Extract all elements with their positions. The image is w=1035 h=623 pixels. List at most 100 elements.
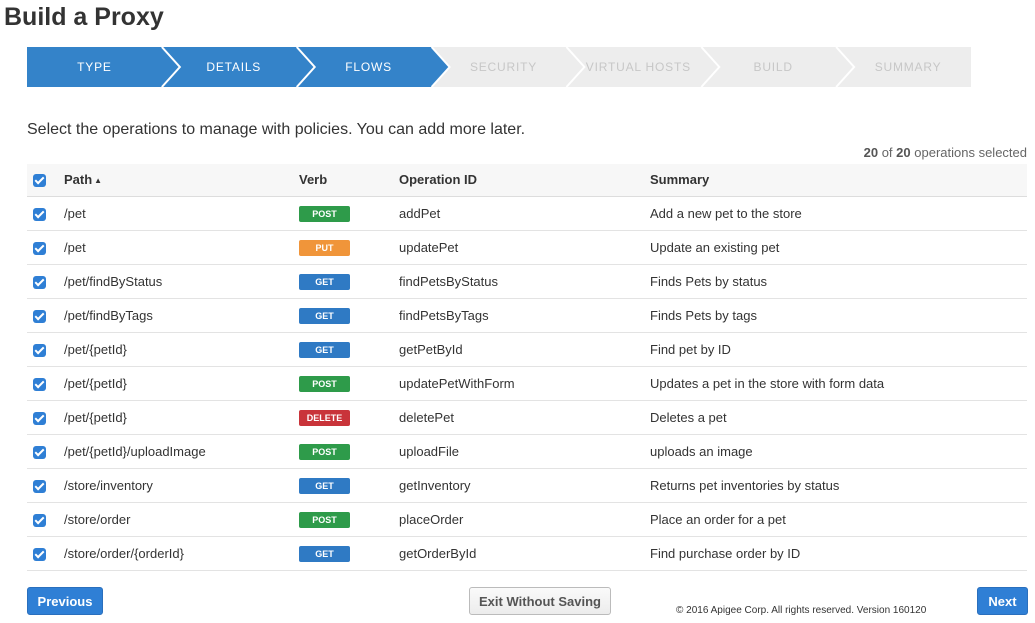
row-checkbox[interactable] xyxy=(33,241,46,255)
wizard-step-details[interactable]: DETAILS xyxy=(171,47,297,87)
path-cell: /pet xyxy=(64,230,299,265)
previous-button[interactable]: Previous xyxy=(27,587,103,615)
row-checkbox-cell xyxy=(27,400,64,435)
copyright-text: © 2016 Apigee Corp. All rights reserved.… xyxy=(676,605,927,616)
table-row: /store/order POST placeOrder Place an order… xyxy=(27,502,1027,537)
wizard-step-type[interactable]: TYPE xyxy=(27,47,162,87)
summary-cell: Find purchase order by ID xyxy=(650,536,1027,571)
selection-of: of xyxy=(881,145,893,160)
operation-id-cell: updatePet xyxy=(399,230,650,265)
summary-cell: Place an order for a pet xyxy=(650,502,1027,537)
row-checkbox[interactable] xyxy=(33,309,46,323)
table-header-row: Path ▲ Verb Operation ID Summary xyxy=(27,164,1027,197)
operation-id-cell: uploadFile xyxy=(399,434,650,469)
summary-cell: Update an existing pet xyxy=(650,230,1027,265)
summary-cell: Returns pet inventories by status xyxy=(650,468,1027,503)
table-row: /pet/{petId} DELETE deletePet Deletes a pet xyxy=(27,400,1027,435)
summary-cell: Finds Pets by tags xyxy=(650,298,1027,333)
table-row: /pet/{petId} POST updatePetWithForm Updates… xyxy=(27,366,1027,401)
select-all-checkbox[interactable] xyxy=(33,174,46,188)
operation-id-cell: placeOrder xyxy=(399,502,650,537)
verb-cell: GET xyxy=(299,536,399,571)
verb-cell: GET xyxy=(299,298,399,333)
verb-badge: POST xyxy=(299,205,350,222)
table-row: /pet PUT updatePet Update an existing pet xyxy=(27,230,1027,265)
row-checkbox[interactable] xyxy=(33,207,46,221)
summary-cell: Find pet by ID xyxy=(650,332,1027,367)
table-row: /store/order/{orderId} GET getOrderById Fin… xyxy=(27,536,1027,571)
verb-badge: GET xyxy=(299,273,350,290)
table-row: /pet/findByStatus GET findPetsByStatus Find… xyxy=(27,264,1027,299)
row-checkbox[interactable] xyxy=(33,479,46,493)
path-cell: /store/inventory xyxy=(64,468,299,503)
row-checkbox-cell xyxy=(27,332,64,367)
row-checkbox-cell xyxy=(27,196,64,231)
path-cell: /store/order/{orderId} xyxy=(64,536,299,571)
operation-id-cell: addPet xyxy=(399,196,650,231)
summary-cell: Updates a pet in the store with form dat… xyxy=(650,366,1027,401)
table-row: /pet/findByTags GET findPetsByTags Finds Pe… xyxy=(27,298,1027,333)
intro-text: Select the operations to manage with pol… xyxy=(27,121,526,138)
selection-suffix: operations selected xyxy=(914,145,1027,160)
row-checkbox-cell xyxy=(27,502,64,537)
select-all-cell xyxy=(27,164,64,197)
wizard-step-virtual-hosts: VIRTUAL HOSTS xyxy=(585,60,691,74)
path-cell: /pet/{petId} xyxy=(64,332,299,367)
row-checkbox-cell xyxy=(27,298,64,333)
verb-cell: POST xyxy=(299,366,399,401)
row-checkbox[interactable] xyxy=(33,343,46,357)
summary-column-header[interactable]: Summary xyxy=(650,164,1027,197)
row-checkbox-cell xyxy=(27,366,64,401)
page-title: Build a Proxy xyxy=(4,3,164,31)
wizard-steps: TYPE DETAILS FLOWS SECURITY VIRTUAL HOSTS BUI… xyxy=(27,47,971,87)
selected-count: 20 xyxy=(863,145,879,160)
verb-cell: DELETE xyxy=(299,400,399,435)
table-row: /pet/{petId}/uploadImage POST uploadFile up… xyxy=(27,434,1027,469)
total-count: 20 xyxy=(896,145,911,160)
summary-cell: Add a new pet to the store xyxy=(650,196,1027,231)
path-cell: /pet/{petId} xyxy=(64,400,299,435)
operation-id-cell: getOrderById xyxy=(399,536,650,571)
path-cell: /store/order xyxy=(64,502,299,537)
verb-badge: POST xyxy=(299,511,350,528)
next-button[interactable]: Next xyxy=(977,587,1028,615)
path-cell: /pet/findByStatus xyxy=(64,264,299,299)
row-checkbox[interactable] xyxy=(33,547,46,561)
row-checkbox-cell xyxy=(27,264,64,299)
summary-cell: Finds Pets by status xyxy=(650,264,1027,299)
verb-badge: GET xyxy=(299,477,350,494)
operation-id-cell: getPetById xyxy=(399,332,650,367)
row-checkbox[interactable] xyxy=(33,411,46,425)
verb-cell: GET xyxy=(299,468,399,503)
row-checkbox[interactable] xyxy=(33,513,46,527)
verb-badge: GET xyxy=(299,341,350,358)
verb-badge: POST xyxy=(299,443,350,460)
verb-cell: GET xyxy=(299,332,399,367)
table-row: /pet POST addPet Add a new pet to the store xyxy=(27,196,1027,231)
path-cell: /pet/{petId}/uploadImage xyxy=(64,434,299,469)
row-checkbox-cell xyxy=(27,230,64,265)
path-column-header[interactable]: Path ▲ xyxy=(64,164,299,197)
row-checkbox[interactable] xyxy=(33,275,46,289)
path-cell: /pet/findByTags xyxy=(64,298,299,333)
row-checkbox[interactable] xyxy=(33,377,46,391)
operation-id-cell: findPetsByTags xyxy=(399,298,650,333)
wizard-step-flows[interactable]: FLOWS xyxy=(306,47,432,87)
row-checkbox[interactable] xyxy=(33,445,46,459)
table-row: /store/inventory GET getInventory Returns p… xyxy=(27,468,1027,503)
operation-id-column-header[interactable]: Operation ID xyxy=(399,164,650,197)
verb-badge: PUT xyxy=(299,239,350,256)
verb-badge: GET xyxy=(299,307,350,324)
summary-cell: uploads an image xyxy=(650,434,1027,469)
path-cell: /pet xyxy=(64,196,299,231)
verb-cell: POST xyxy=(299,502,399,537)
table-row: /pet/{petId} GET getPetById Find pet by ID xyxy=(27,332,1027,367)
row-checkbox-cell xyxy=(27,468,64,503)
verb-badge: DELETE xyxy=(299,409,350,426)
exit-without-saving-button[interactable]: Exit Without Saving xyxy=(469,587,611,615)
wizard-step-build: BUILD xyxy=(753,60,793,74)
verb-column-header[interactable]: Verb xyxy=(299,164,399,197)
verb-cell: POST xyxy=(299,434,399,469)
verb-cell: PUT xyxy=(299,230,399,265)
row-checkbox-cell xyxy=(27,434,64,469)
